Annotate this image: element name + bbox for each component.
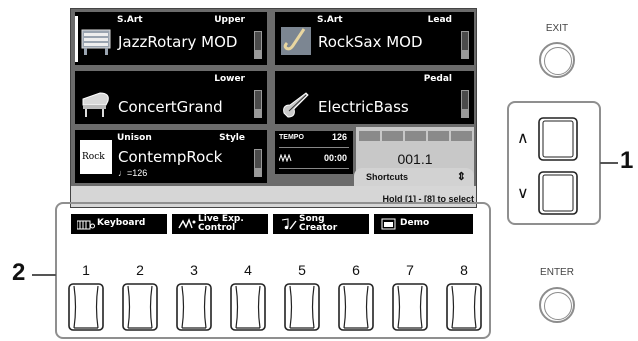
measure-number: 001.1 [397,151,433,167]
organ-icon [81,29,111,55]
voice-panel-pedal[interactable]: Pedal ElectricBass [275,71,474,124]
button-number: 1 [82,262,90,278]
volume-slider[interactable] [254,149,262,177]
volume-slider[interactable] [461,31,469,59]
live-exp-icon [178,218,196,229]
tempo-label: TEMPO [279,134,304,141]
shortcut-button-7[interactable] [392,283,428,331]
voice-panel-upper[interactable]: S.Art Upper JazzRotary MOD [75,12,267,65]
button-number: 5 [298,262,306,278]
style-panel[interactable]: Rock Unison Style ContempRock ♩=126 [75,130,267,183]
voice-type: S.Art [317,15,343,25]
voice-name: JazzRotary MOD [118,33,238,51]
saxophone-icon [281,27,311,55]
tab-keyboard[interactable]: Keyboard [71,214,167,234]
up-button[interactable] [538,117,578,161]
demo-icon [381,218,396,230]
callout-leader-line [600,162,618,164]
button-number: 3 [190,262,198,278]
keyboard-icon [77,220,95,230]
voice-type: S.Art [117,15,143,25]
song-time: 00:00 [323,153,347,163]
shortcut-button-3[interactable] [176,283,212,331]
voice-name: RockSax MOD [318,33,423,51]
tab-song-creator[interactable]: Song Creator [273,214,369,234]
enter-label: ENTER [540,267,574,278]
part-label: Lead [427,15,452,25]
voice-panel-lower[interactable]: Lower ConcertGrand [75,71,267,124]
metronome-icon [279,154,292,162]
part-label: Lower [214,74,245,84]
voice-panel-lead[interactable]: S.Art Lead RockSax MOD [275,12,474,65]
tempo-display[interactable]: TEMPO 126 00:00 [275,131,353,174]
shortcuts-tab[interactable]: Shortcuts ⇕ [354,168,474,186]
divider [279,147,349,148]
down-button[interactable] [538,171,578,215]
button-number: 8 [460,262,468,278]
shortcut-button-8[interactable] [446,283,482,331]
tab-live-exp-control[interactable]: Live Exp. Control [172,214,268,234]
shortcut-button-5[interactable] [284,283,320,331]
style-tempo: ♩=126 [118,168,148,178]
grand-piano-icon [82,92,109,117]
volume-slider[interactable] [254,90,262,118]
tab-label: Demo [400,218,430,228]
button-number: 6 [352,262,360,278]
tempo-value: 126 [331,132,347,142]
shortcuts-label: Shortcuts [366,172,409,182]
callout-number-2: 2 [12,259,26,286]
lcd-screen: S.Art Upper JazzRotary MOD S.Art Lead Ro… [70,8,477,208]
part-label: Upper [214,15,245,25]
tab-demo[interactable]: Demo [374,214,473,234]
divider [279,168,349,169]
shortcut-button-2[interactable] [122,283,158,331]
volume-slider[interactable] [461,90,469,118]
button-number: 4 [244,262,252,278]
exit-label: EXIT [545,23,569,34]
beat-indicator [451,131,472,141]
song-creator-icon [281,218,297,230]
shortcut-button-6[interactable] [338,283,374,331]
beat-indicator [405,131,426,141]
beat-indicator [382,131,403,141]
up-arrow-icon: ∧ [517,130,529,147]
callout-leader-line [32,274,56,276]
tab-label: Live Exp. Control [198,214,244,233]
beat-indicator [359,131,380,141]
button-number: 7 [406,262,414,278]
rock-style-logo: Rock [80,140,112,174]
tab-label: Keyboard [97,218,146,228]
part-label: Style [219,133,245,143]
exit-button[interactable] [539,42,575,78]
beat-indicator [428,131,449,141]
style-name: ContempRock [118,148,223,166]
tab-label: Song Creator [299,214,338,233]
selection-marker [75,16,78,62]
shortcut-tab-bar: Keyboard Live Exp. Control Song Creator … [71,214,473,234]
voice-name: ConcertGrand [118,98,223,116]
volume-slider[interactable] [254,31,262,59]
voice-name: ElectricBass [318,98,409,116]
electric-bass-icon [283,92,309,118]
callout-number-1: 1 [620,147,634,174]
button-number: 2 [136,262,144,278]
down-arrow-icon: ∨ [517,185,529,202]
enter-button[interactable] [539,287,575,323]
shortcut-button-4[interactable] [230,283,266,331]
style-category: Unison [117,133,152,143]
updown-chevron-icon: ⇕ [456,171,466,183]
shortcut-button-1[interactable] [68,283,104,331]
part-label: Pedal [423,74,452,84]
